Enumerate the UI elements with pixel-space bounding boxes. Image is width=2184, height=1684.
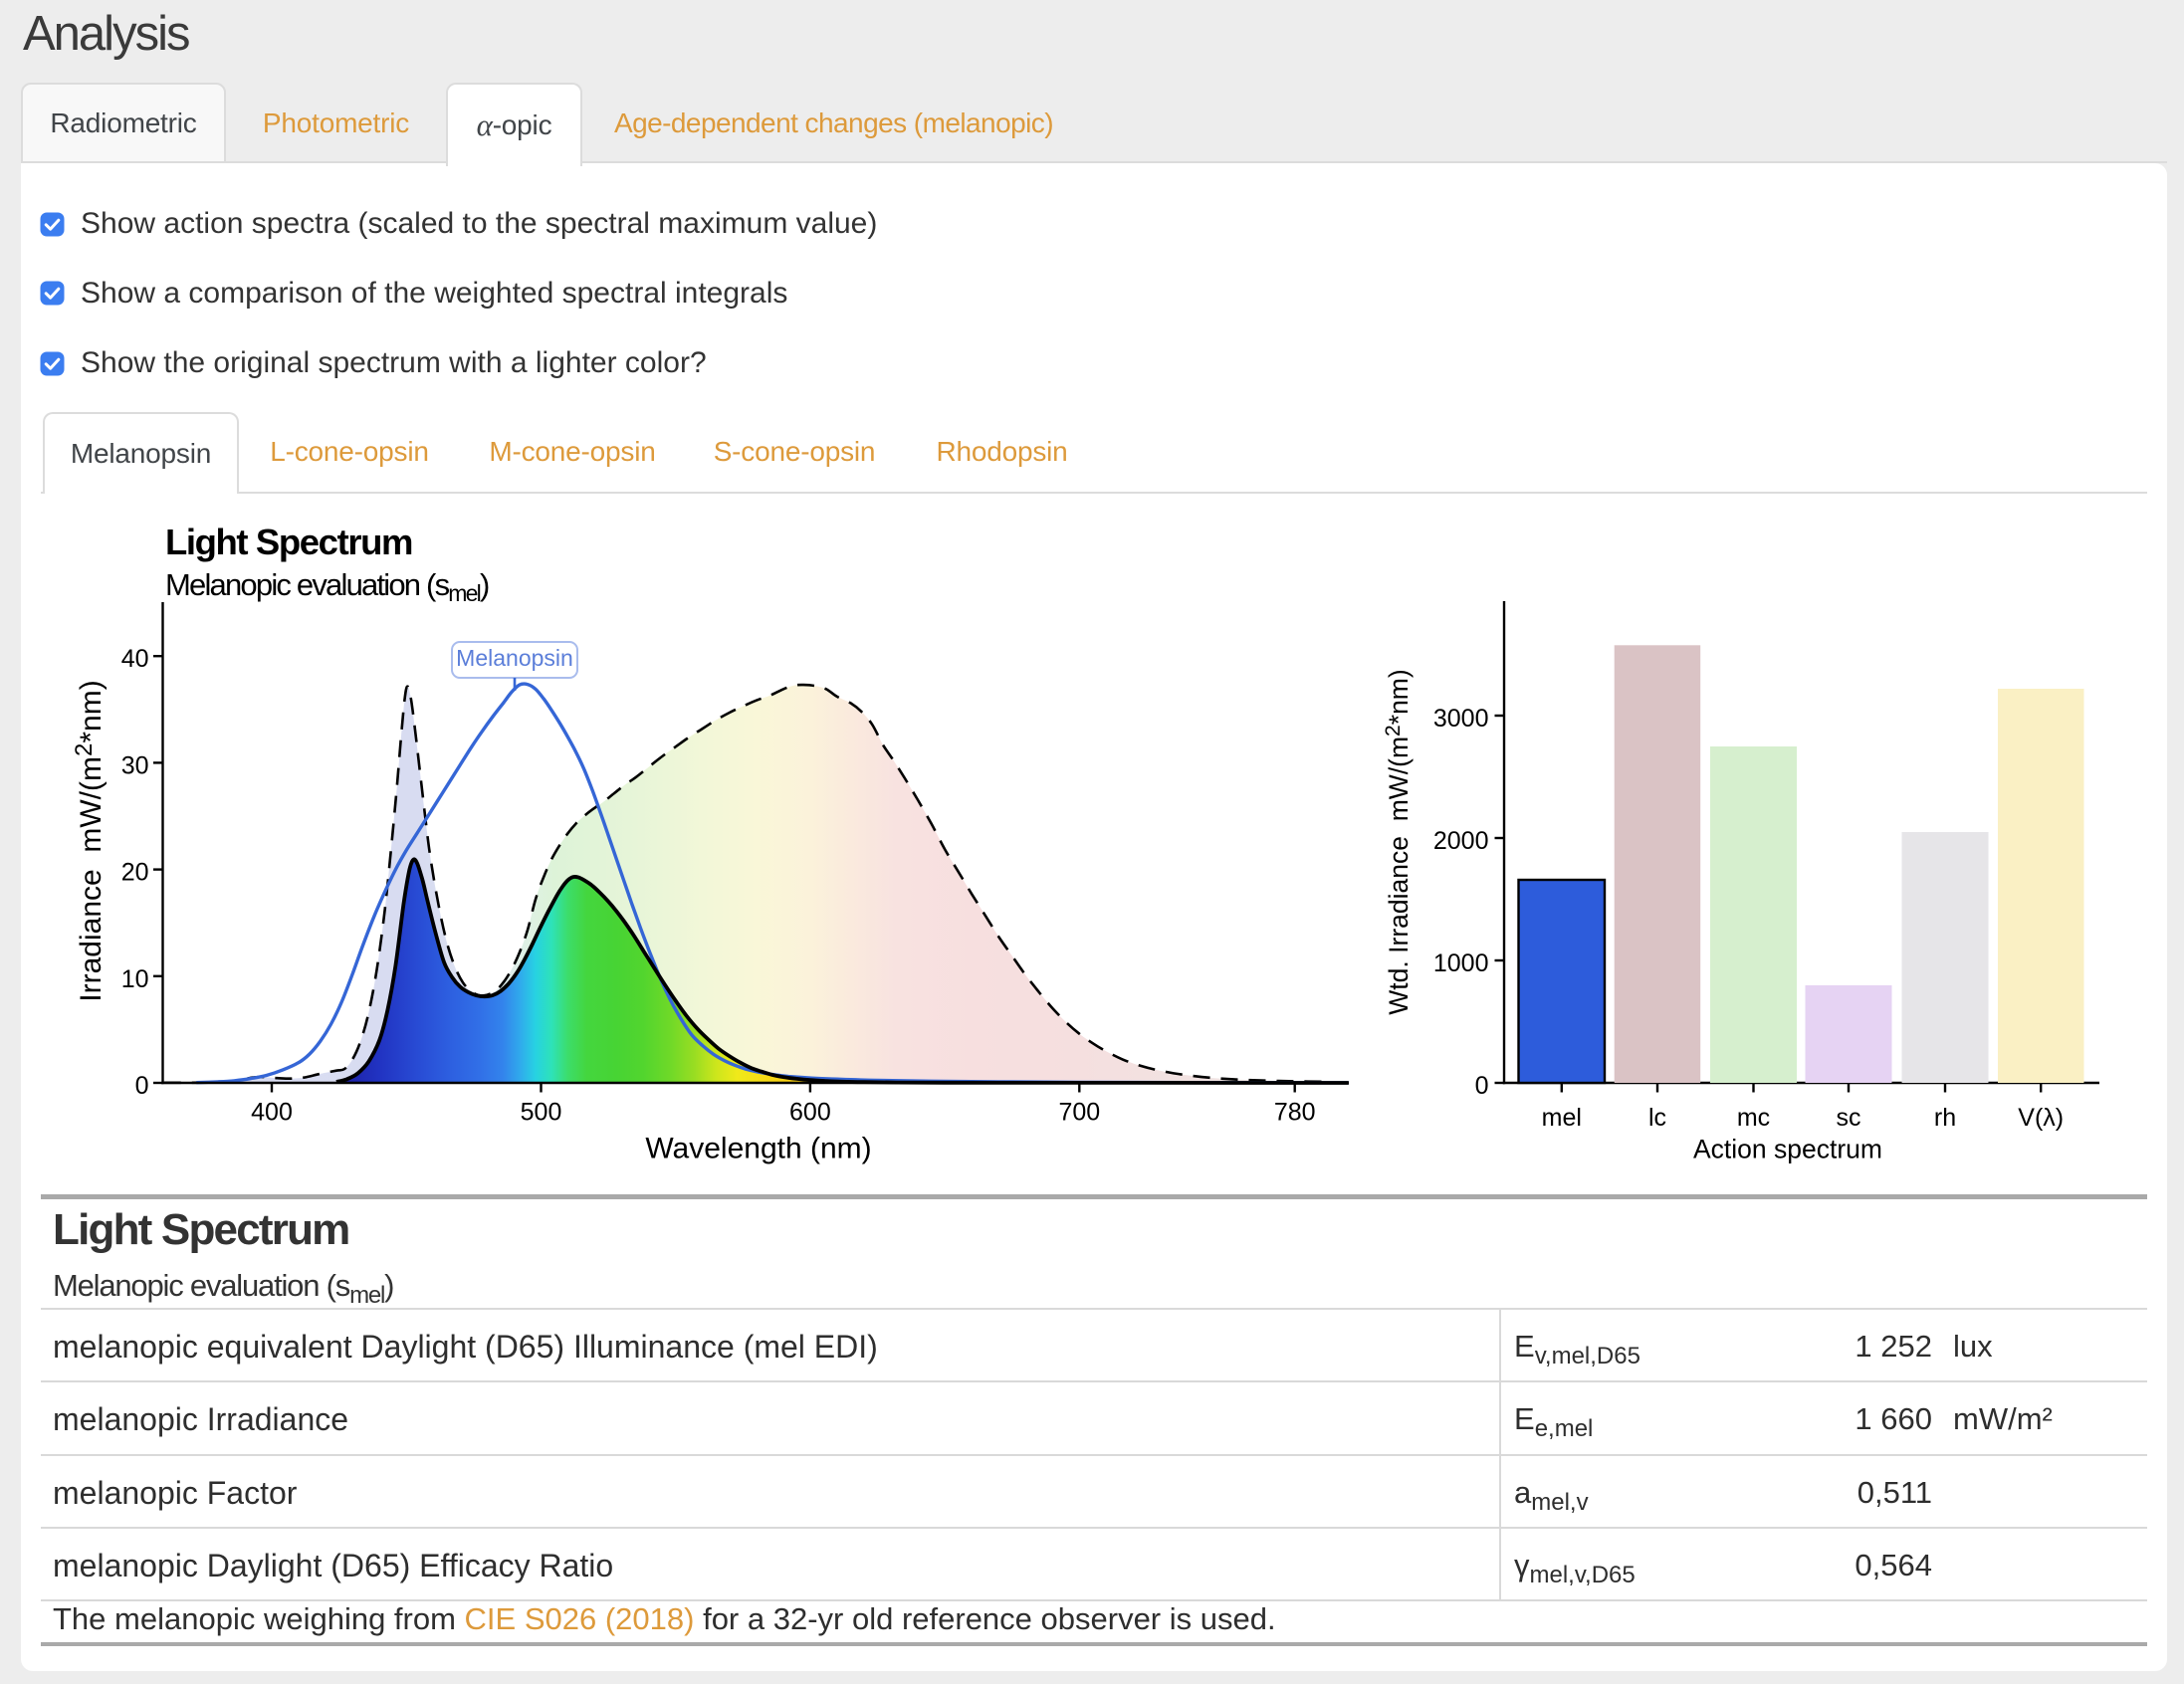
svg-text:Wtd. Irradiance mW/(m2*nm): Wtd. Irradiance mW/(m2*nm) [1382,669,1414,1014]
svg-text:1000: 1000 [1433,949,1489,977]
svg-text:20: 20 [121,859,149,887]
svg-text:mel: mel [1542,1104,1582,1132]
svg-text:Action spectrum: Action spectrum [1693,1135,1882,1164]
svg-text:780: 780 [1274,1099,1316,1127]
svg-text:0: 0 [1475,1072,1489,1100]
svg-text:Irradiance mW/(m2*nm): Irradiance mW/(m2*nm) [71,680,108,1001]
svg-text:2000: 2000 [1433,827,1489,855]
svg-text:rh: rh [1934,1104,1956,1132]
svg-text:lc: lc [1648,1104,1666,1132]
svg-text:3000: 3000 [1433,705,1489,733]
svg-text:mc: mc [1737,1104,1770,1132]
svg-text:700: 700 [1058,1099,1100,1127]
svg-text:0: 0 [135,1072,149,1100]
svg-text:500: 500 [521,1099,562,1127]
svg-text:Light Spectrum: Light Spectrum [165,522,412,562]
svg-text:Melanopic evaluation (smel): Melanopic evaluation (smel) [165,567,489,606]
svg-text:400: 400 [251,1099,293,1127]
svg-text:Wavelength (nm): Wavelength (nm) [645,1133,871,1165]
svg-text:30: 30 [121,751,149,779]
svg-text:Melanopsin: Melanopsin [456,645,573,671]
svg-text:600: 600 [789,1099,831,1127]
svg-text:V(λ): V(λ) [2018,1104,2064,1132]
svg-text:40: 40 [121,645,149,673]
svg-text:10: 10 [121,965,149,993]
svg-text:sc: sc [1837,1104,1861,1132]
